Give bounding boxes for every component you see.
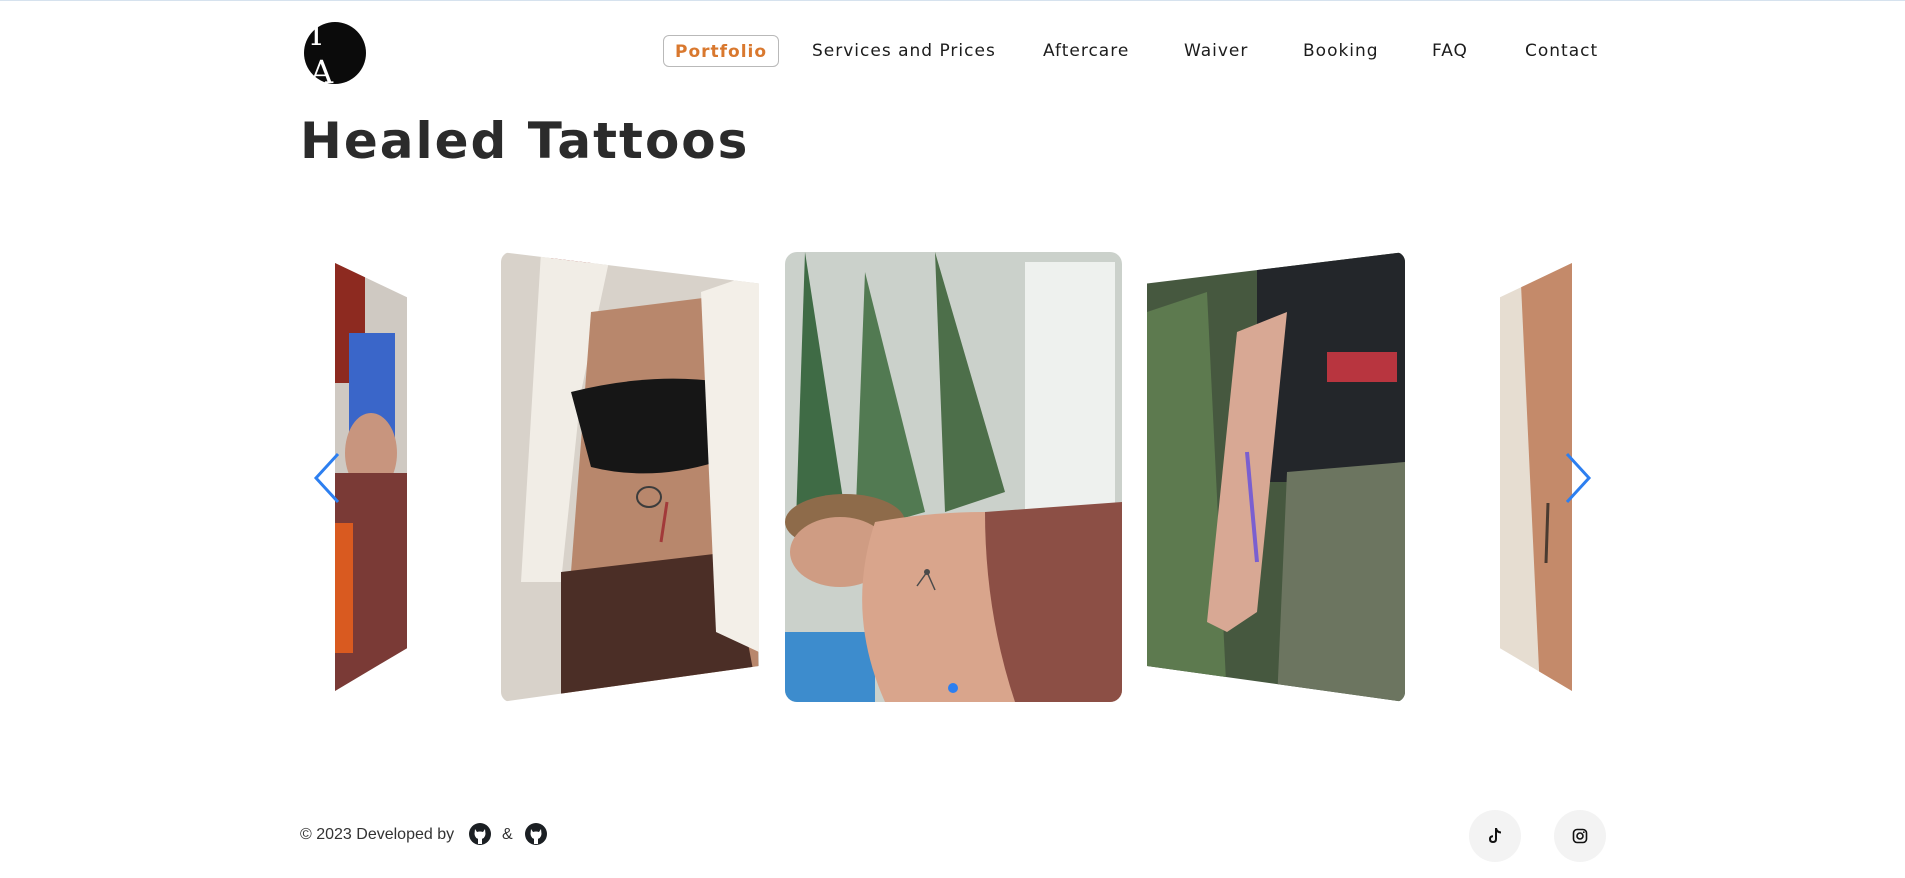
github-icon[interactable]: [468, 822, 492, 846]
slide-photo: [785, 252, 1122, 702]
nav-services-and-prices[interactable]: Services and Prices: [812, 36, 996, 66]
carousel-slide-left[interactable]: [501, 252, 759, 702]
nav-faq[interactable]: FAQ: [1432, 36, 1468, 66]
instagram-button[interactable]: [1554, 810, 1606, 862]
slide-photo: [335, 263, 407, 691]
instagram-icon: [1572, 828, 1588, 844]
slide-photo: [501, 252, 759, 702]
nav-aftercare[interactable]: Aftercare: [1043, 36, 1129, 66]
carousel-slide-right[interactable]: [1147, 252, 1405, 702]
tattoo-carousel: [0, 0, 1905, 878]
carousel-slide-center[interactable]: [785, 252, 1122, 702]
tiktok-icon: [1489, 828, 1501, 843]
carousel-slide-far-left[interactable]: [335, 263, 407, 691]
nav-booking[interactable]: Booking: [1303, 36, 1379, 66]
main-nav: Portfolio Services and Prices Aftercare …: [0, 35, 1905, 67]
top-border: [0, 0, 1905, 1]
slide-photo: [1500, 263, 1572, 691]
footer-credit: © 2023 Developed by: [300, 826, 455, 843]
page-title: Healed Tattoos: [300, 112, 750, 170]
slide-photo: [1147, 252, 1405, 702]
footer-ampersand: &: [502, 826, 513, 843]
github-icon[interactable]: [524, 822, 548, 846]
tiktok-button[interactable]: [1469, 810, 1521, 862]
nav-portfolio[interactable]: Portfolio: [663, 35, 780, 67]
nav-waiver[interactable]: Waiver: [1184, 36, 1248, 66]
nav-contact[interactable]: Contact: [1525, 36, 1598, 66]
carousel-slide-far-right[interactable]: [1500, 263, 1572, 691]
